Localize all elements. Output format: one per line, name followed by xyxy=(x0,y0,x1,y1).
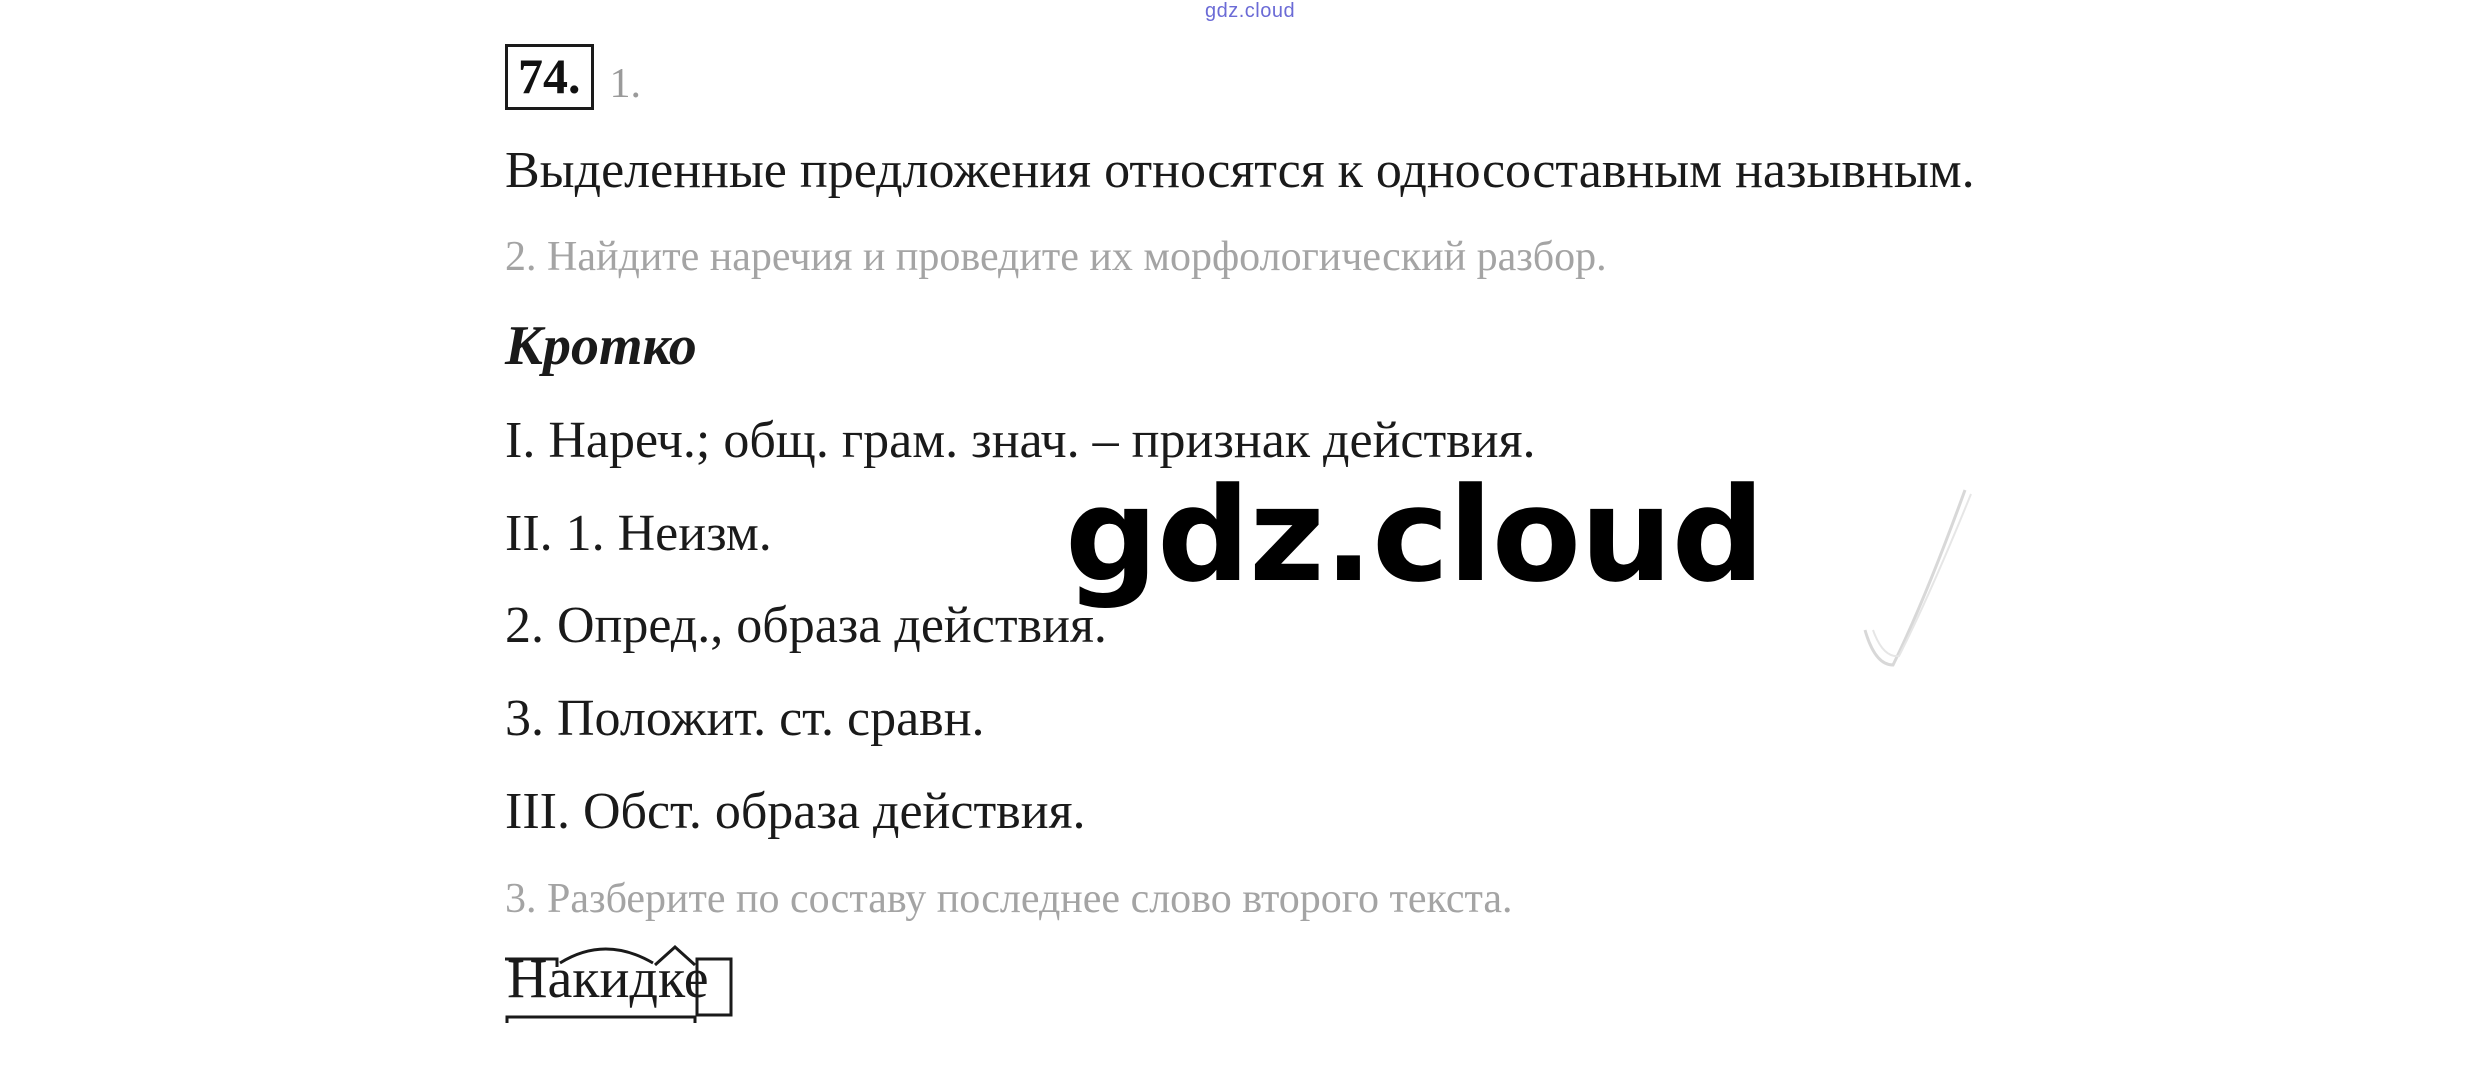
task-sub-index: 1. xyxy=(609,61,642,107)
parse-line-3: 2. Опред., образа действия. xyxy=(505,597,1107,654)
checkmark-icon xyxy=(1863,489,1972,667)
task-header: 74. 1. xyxy=(505,44,641,110)
morpheme-word: Накидке xyxy=(507,948,709,1010)
parse-line-5: III. Обст. образа действия. xyxy=(505,783,1086,840)
answer-1: Выделенные предложения относятся к однос… xyxy=(505,142,1975,199)
question-3: 3. Разберите по составу последнее слово … xyxy=(505,876,1513,922)
morpheme-parse: Накидке xyxy=(505,937,735,1027)
top-watermark: gdz.cloud xyxy=(1205,0,1296,22)
word-heading: Кротко xyxy=(505,315,697,377)
task-number-box: 74. xyxy=(505,44,594,110)
center-watermark: gdz.cloud xyxy=(1065,459,1765,611)
question-2: 2. Найдите наречия и проведите их морфол… xyxy=(505,234,1607,280)
parse-line-2: II. 1. Неизм. xyxy=(505,505,772,562)
parse-line-4: 3. Положит. ст. сравн. xyxy=(505,690,985,747)
